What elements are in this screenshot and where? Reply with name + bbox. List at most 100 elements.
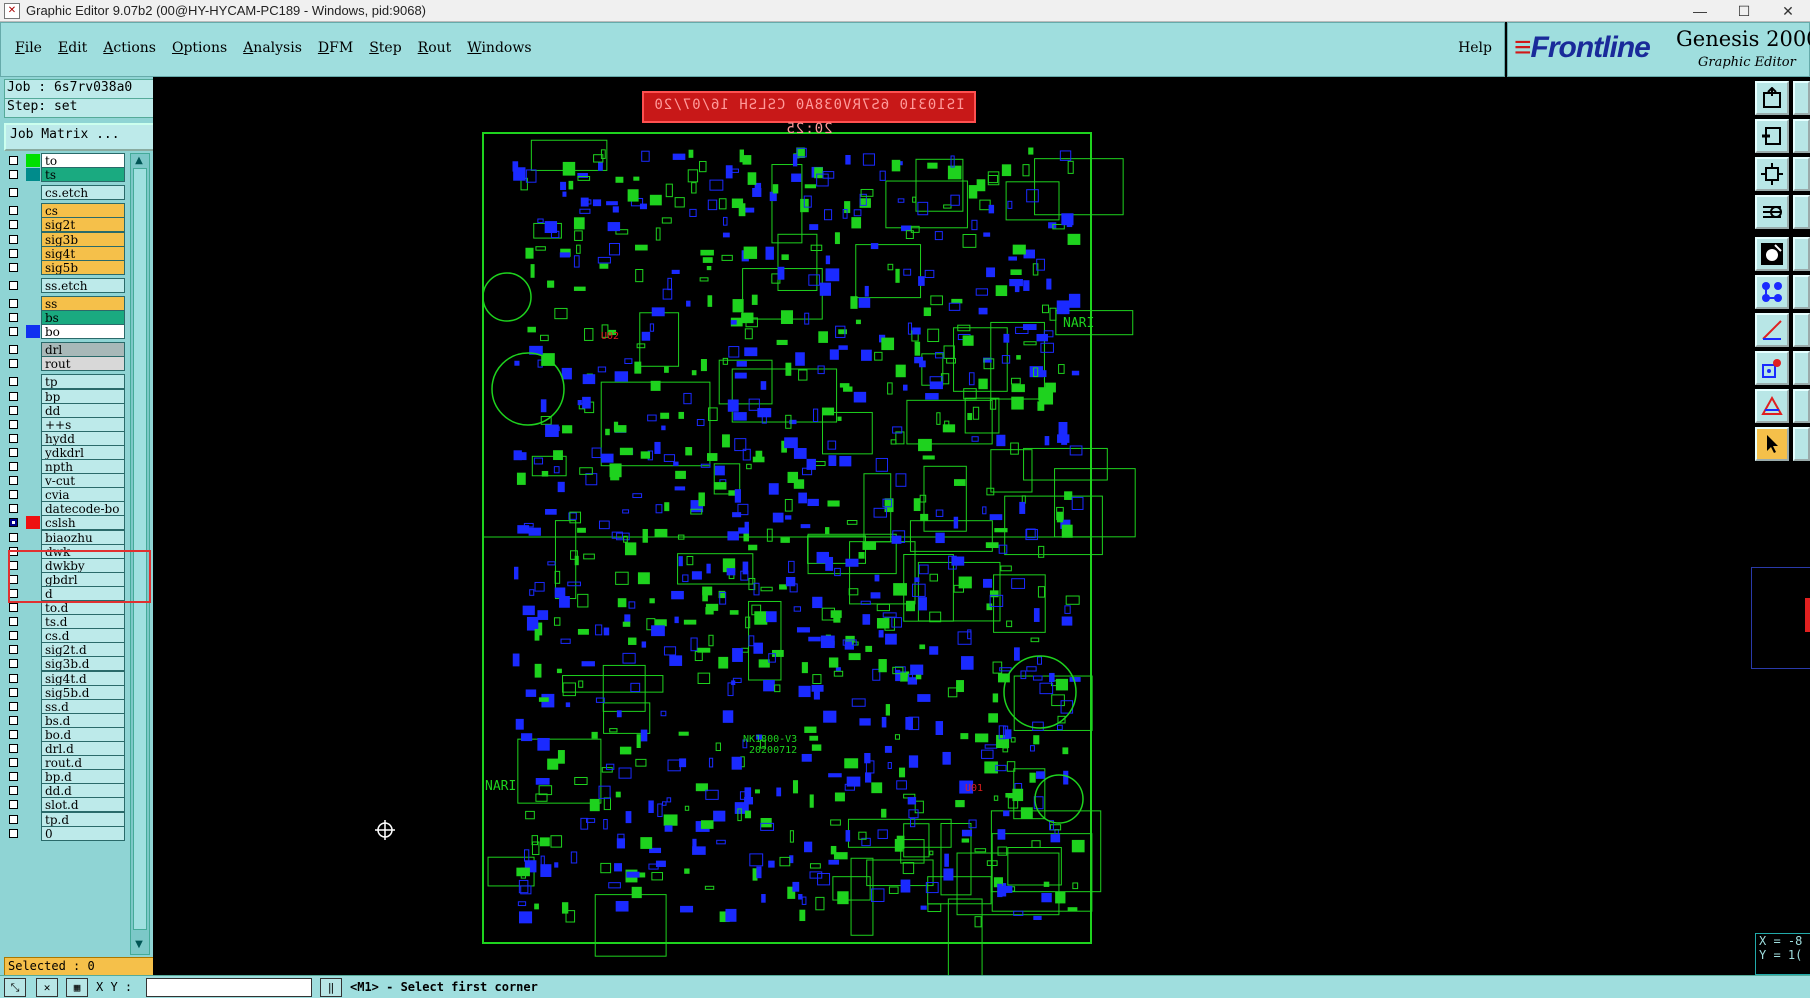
layer-color-swatch[interactable] (26, 325, 40, 339)
layer-row-slot-d[interactable]: slot.d (4, 797, 126, 813)
layer-name[interactable]: cs (41, 203, 125, 219)
menu-help[interactable]: Help (1458, 40, 1492, 56)
layer-row-bo[interactable]: bo (4, 324, 126, 340)
layer-name[interactable]: tp (41, 374, 125, 390)
menu-dfm[interactable]: DFM (310, 40, 361, 56)
layer-name[interactable]: datecode-bo (41, 501, 125, 517)
layer-row-sig5b[interactable]: sig5b (4, 259, 126, 275)
layer-name[interactable]: dd (41, 402, 125, 418)
layer-color-swatch[interactable] (26, 432, 40, 445)
layer-checkbox[interactable] (9, 828, 18, 838)
layer-row-dd-d[interactable]: dd.d (4, 783, 126, 799)
layer-name[interactable]: sig2t.d (41, 642, 125, 658)
layer-name[interactable]: bo (41, 324, 125, 340)
layer-checkbox[interactable] (9, 359, 18, 369)
layer-name[interactable]: sig5b.d (41, 684, 125, 700)
layer-name[interactable]: ts.d (41, 614, 125, 630)
layer-color-swatch[interactable] (26, 418, 40, 431)
menu-actions[interactable]: Actions (95, 40, 164, 56)
layer-row-cs[interactable]: cs (4, 203, 126, 219)
layer-name[interactable]: bo.d (41, 726, 125, 742)
pointer-tool-button[interactable] (1755, 427, 1789, 461)
zoom-back-button[interactable] (1755, 119, 1789, 153)
layer-color-swatch[interactable] (26, 488, 40, 501)
layer-color-swatch[interactable] (26, 742, 40, 755)
layer-row-bs-d[interactable]: bs.d (4, 712, 126, 728)
measure-button[interactable] (1755, 313, 1789, 347)
feature-select-button[interactable] (1755, 237, 1789, 271)
layer-checkbox[interactable] (9, 659, 18, 669)
layer-row--s[interactable]: ++s (4, 416, 126, 432)
layer-name[interactable]: npth (41, 459, 125, 474)
layer-name[interactable]: ss (41, 295, 125, 311)
toolbar-side-button-2[interactable] (1793, 119, 1810, 153)
layer-checkbox[interactable] (9, 504, 18, 514)
layer-checkbox[interactable] (9, 170, 18, 180)
layer-color-swatch[interactable] (26, 770, 40, 783)
layer-color-swatch[interactable] (26, 375, 40, 388)
layer-color-swatch[interactable] (26, 813, 40, 826)
menu-rout[interactable]: Rout (410, 40, 460, 56)
toolbar-side-button-6[interactable] (1793, 275, 1810, 309)
layer-row-drl-d[interactable]: drl.d (4, 741, 126, 756)
layer-row-npth[interactable]: npth (4, 459, 126, 474)
layer-color-swatch[interactable] (26, 700, 40, 713)
toolbar-side-button-5[interactable] (1793, 237, 1810, 271)
layer-row-bp[interactable]: bp (4, 388, 126, 404)
layer-row-tp-d[interactable]: tp.d (4, 811, 126, 827)
layer-row-cs-etch[interactable]: cs.etch (4, 185, 126, 201)
layer-color-swatch[interactable] (26, 247, 40, 260)
layer-checkbox[interactable] (9, 701, 18, 711)
layer-color-swatch[interactable] (26, 474, 40, 487)
layer-checkbox[interactable] (9, 433, 18, 443)
layer-row-rout[interactable]: rout (4, 356, 126, 372)
layer-checkbox[interactable] (9, 377, 18, 387)
layer-checkbox[interactable] (9, 603, 18, 612)
layer-color-swatch[interactable] (26, 460, 40, 473)
layer-color-swatch[interactable] (26, 798, 40, 811)
layer-color-swatch[interactable] (26, 261, 40, 274)
redraw-button[interactable] (1755, 195, 1789, 229)
layer-name[interactable]: dd.d (41, 783, 125, 799)
layer-color-swatch[interactable] (26, 297, 40, 310)
snap-button[interactable] (1755, 351, 1789, 385)
layer-row-cvia[interactable]: cvia (4, 487, 126, 503)
layer-checkbox[interactable] (9, 280, 18, 290)
grid-button[interactable]: ▦ (66, 978, 88, 997)
scroll-up-icon[interactable]: ▲ (133, 155, 145, 167)
layer-checkbox[interactable] (9, 490, 18, 500)
toolbar-side-button-3[interactable] (1793, 157, 1810, 191)
layer-row-ss[interactable]: ss (4, 295, 126, 311)
layer-color-swatch[interactable] (26, 446, 40, 459)
layer-name[interactable]: cslsh (41, 515, 125, 531)
job-matrix-button[interactable]: Job Matrix ... (4, 123, 160, 151)
layer-checkbox[interactable] (9, 715, 18, 725)
layer-color-swatch[interactable] (26, 154, 40, 167)
layer-row-sig4t-d[interactable]: sig4t.d (4, 670, 126, 686)
layer-name[interactable]: bs.d (41, 712, 125, 728)
layer-checkbox[interactable] (9, 462, 18, 471)
layer-row-ss-etch[interactable]: ss.etch (4, 277, 126, 293)
layer-color-swatch[interactable] (26, 784, 40, 797)
layer-color-swatch[interactable] (26, 218, 40, 231)
layer-color-swatch[interactable] (26, 204, 40, 217)
layer-name[interactable]: ++s (41, 416, 125, 432)
toolbar-side-button-4[interactable] (1793, 195, 1810, 229)
layer-checkbox[interactable] (9, 617, 18, 627)
layer-color-swatch[interactable] (26, 516, 40, 530)
layer-name[interactable]: ss.d (41, 698, 125, 714)
layer-color-swatch[interactable] (26, 357, 40, 370)
layer-color-swatch[interactable] (26, 404, 40, 417)
layer-checkbox[interactable] (9, 786, 18, 796)
menu-edit[interactable]: Edit (50, 40, 95, 56)
layer-name[interactable]: bs (41, 310, 125, 325)
layer-row-sig2t[interactable]: sig2t (4, 217, 126, 233)
layer-name[interactable]: cs.etch (41, 185, 125, 201)
layer-checkbox[interactable] (9, 800, 18, 810)
layer-checkbox[interactable] (9, 673, 18, 683)
layer-name[interactable]: sig5b (41, 259, 125, 275)
layer-row-ss-d[interactable]: ss.d (4, 698, 126, 714)
layer-row-rout-d[interactable]: rout.d (4, 755, 126, 771)
minimize-button[interactable]: — (1678, 0, 1722, 22)
layer-name[interactable]: sig4t (41, 245, 125, 261)
